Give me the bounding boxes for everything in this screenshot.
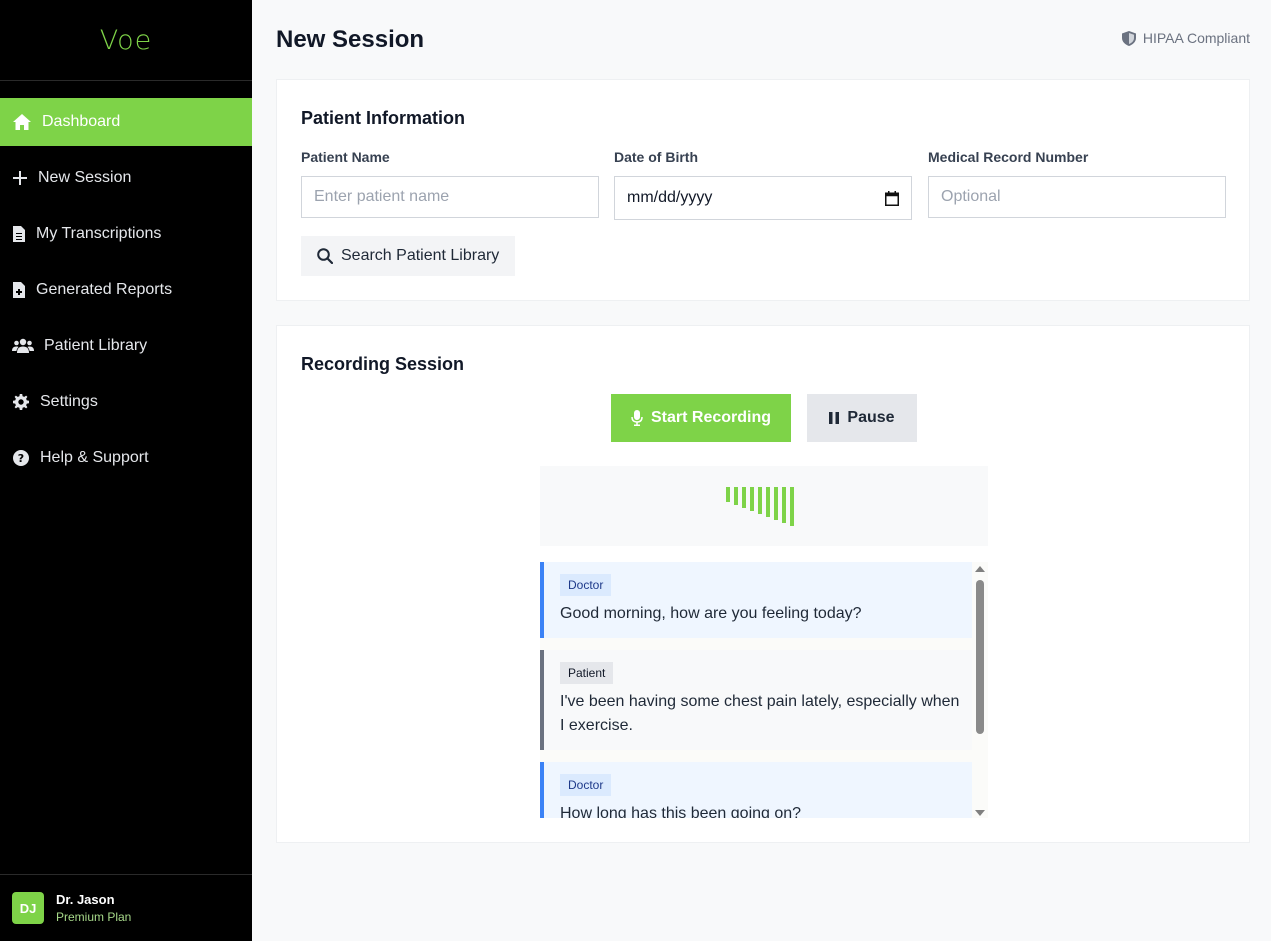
message-text: Good morning, how are you feeling today? bbox=[560, 605, 862, 622]
transcript-message: Doctor Good morning, how are you feeling… bbox=[540, 562, 972, 638]
recording-title: Recording Session bbox=[301, 354, 465, 374]
file-icon bbox=[12, 224, 26, 244]
speaker-tag: Patient bbox=[560, 662, 614, 684]
page-title: New Session bbox=[276, 26, 425, 53]
plus-icon bbox=[12, 168, 28, 188]
user-plan: Premium Plan bbox=[56, 910, 132, 924]
shield-icon bbox=[1121, 30, 1136, 46]
waveform-bar bbox=[790, 487, 794, 526]
scroll-up-arrow[interactable] bbox=[975, 566, 985, 572]
file-medical-icon bbox=[12, 280, 26, 300]
mrn-label: Medical Record Number bbox=[928, 149, 1089, 165]
transcript-scrollbar[interactable] bbox=[972, 562, 988, 818]
sidebar-item-dashboard[interactable]: Dashboard bbox=[0, 98, 252, 146]
sidebar-item-label: Settings bbox=[40, 393, 98, 410]
waveform-bar bbox=[734, 487, 738, 505]
user-profile[interactable]: DJ Dr. Jason Premium Plan bbox=[0, 874, 252, 941]
microphone-icon bbox=[631, 410, 643, 426]
waveform-bar bbox=[758, 487, 762, 514]
pause-label: Pause bbox=[847, 409, 895, 426]
patient-name-input[interactable]: Enter patient name bbox=[301, 176, 599, 218]
svg-text:?: ? bbox=[18, 452, 24, 465]
patient-info-card: Patient Information Patient Name Enter p… bbox=[276, 79, 1250, 301]
search-button-label: Search Patient Library bbox=[341, 247, 500, 264]
sidebar-nav: Dashboard New Session My Transcriptions … bbox=[0, 98, 252, 490]
search-icon bbox=[317, 248, 333, 264]
waveform-bar bbox=[774, 487, 778, 520]
waveform-bar bbox=[766, 487, 770, 517]
calendar-icon[interactable] bbox=[885, 190, 899, 206]
logo: Voe bbox=[0, 0, 252, 81]
sidebar-item-label: Generated Reports bbox=[36, 281, 173, 298]
mrn-placeholder: Optional bbox=[941, 188, 1001, 205]
transcript-message: Patient I've been having some chest pain… bbox=[540, 650, 972, 750]
user-name: Dr. Jason bbox=[56, 892, 115, 907]
sidebar-item-label: New Session bbox=[38, 169, 132, 186]
patient-name-label: Patient Name bbox=[301, 149, 390, 165]
sidebar-item-label: Dashboard bbox=[42, 113, 121, 130]
dob-input[interactable]: mm/dd/yyyy bbox=[614, 176, 912, 220]
sidebar-item-label: Patient Library bbox=[44, 337, 148, 354]
hipaa-label: HIPAA Compliant bbox=[1142, 30, 1250, 46]
waveform-bar bbox=[726, 487, 730, 502]
dob-label: Date of Birth bbox=[614, 149, 698, 165]
audio-waveform bbox=[540, 466, 988, 546]
transcript-message: Doctor How long has this been going on? bbox=[540, 762, 972, 818]
sidebar-item-label: Help & Support bbox=[40, 449, 149, 466]
sidebar-item-label: My Transcriptions bbox=[36, 225, 162, 242]
message-text: How long has this been going on? bbox=[560, 805, 802, 818]
waveform-bar bbox=[782, 487, 786, 523]
search-patient-library-button[interactable]: Search Patient Library bbox=[301, 236, 515, 276]
start-recording-button[interactable]: Start Recording bbox=[611, 394, 791, 442]
sidebar: Voe Dashboard New Session My Transcripti… bbox=[0, 0, 252, 941]
question-circle-icon: ? bbox=[12, 448, 30, 468]
sidebar-item-my-transcriptions[interactable]: My Transcriptions bbox=[0, 210, 252, 258]
patient-name-placeholder: Enter patient name bbox=[314, 188, 450, 205]
home-icon bbox=[12, 112, 32, 132]
sidebar-item-help-support[interactable]: ? Help & Support bbox=[0, 434, 252, 482]
start-recording-label: Start Recording bbox=[650, 409, 771, 426]
avatar: DJ bbox=[12, 892, 44, 924]
sidebar-item-generated-reports[interactable]: Generated Reports bbox=[0, 266, 252, 314]
dob-value: mm/dd/yyyy bbox=[627, 189, 713, 206]
sidebar-item-new-session[interactable]: New Session bbox=[0, 154, 252, 202]
message-text: I've been having some chest pain lately,… bbox=[560, 693, 960, 734]
speaker-tag: Doctor bbox=[560, 574, 612, 596]
scroll-down-arrow[interactable] bbox=[975, 810, 985, 816]
users-icon bbox=[12, 336, 34, 356]
sidebar-item-patient-library[interactable]: Patient Library bbox=[0, 322, 252, 370]
scroll-thumb[interactable] bbox=[976, 580, 984, 734]
sidebar-item-settings[interactable]: Settings bbox=[0, 378, 252, 426]
mrn-input[interactable]: Optional bbox=[928, 176, 1226, 218]
gear-icon bbox=[12, 392, 30, 412]
recording-card: Recording Session Start Recording Pause … bbox=[276, 325, 1250, 843]
transcript-panel[interactable]: Doctor Good morning, how are you feeling… bbox=[540, 562, 988, 818]
hipaa-badge: HIPAA Compliant bbox=[1121, 30, 1250, 46]
pause-icon bbox=[829, 412, 840, 424]
patient-info-title: Patient Information bbox=[301, 108, 466, 128]
pause-button[interactable]: Pause bbox=[807, 394, 917, 442]
logo-text: Voe bbox=[99, 24, 153, 56]
waveform-bar bbox=[742, 487, 746, 508]
speaker-tag: Doctor bbox=[560, 774, 612, 796]
waveform-bar bbox=[750, 487, 754, 511]
